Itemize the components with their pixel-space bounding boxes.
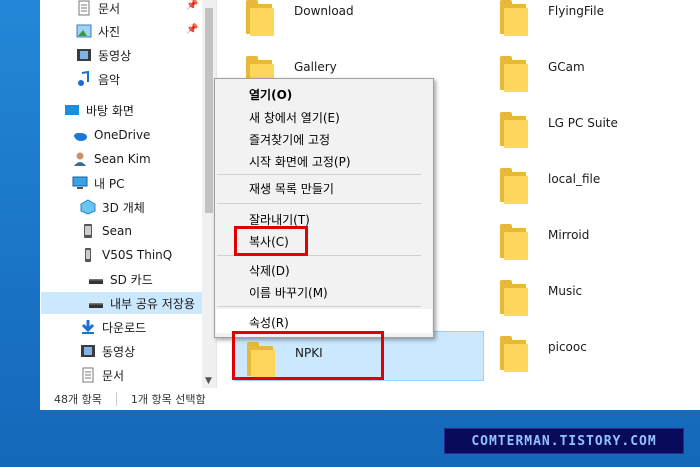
highlight-box-npki [232, 331, 384, 380]
sidebar-item-onedrive[interactable]: OneDrive [72, 124, 150, 146]
menu-item-open[interactable]: 열기(O) [249, 86, 292, 103]
sidebar-item-label: 동영상 [98, 48, 132, 63]
sidebar-item-videos-pc[interactable]: 동영상 [80, 340, 135, 362]
pin-icon[interactable]: 📌 [186, 24, 198, 35]
pin-icon[interactable]: 📌 [186, 0, 198, 11]
menu-item-create-playlist[interactable]: 재생 목록 만들기 [249, 180, 334, 197]
drive-icon [88, 271, 104, 287]
sidebar-item-label: 내 PC [94, 176, 125, 191]
drive-icon [88, 295, 104, 311]
videos-icon [76, 47, 92, 63]
folder-item[interactable]: FlyingFile [500, 0, 604, 50]
sidebar-item-label: 문서 [98, 1, 121, 16]
context-menu: 열기(O) 새 창에서 열기(E) 즐겨찾기에 고정 시작 화면에 고정(P) … [214, 78, 434, 338]
folder-icon [500, 56, 530, 92]
phone-icon [80, 247, 96, 263]
onedrive-icon [72, 127, 88, 143]
watermark: COMTERMAN.TISTORY.COM [444, 428, 684, 454]
sidebar-item-label: 사진 [98, 24, 121, 39]
this-pc-icon [72, 175, 88, 191]
3d-objects-icon [80, 199, 96, 215]
sidebar-item-label: 내부 공유 저장용 [110, 296, 195, 311]
menu-separator [217, 203, 421, 204]
item-count: 48개 항목 [54, 393, 102, 406]
navigation-pane: 문서 📌 사진 📌 동영상 음악 바탕 화면 OneDrive Sean Kim [40, 0, 216, 388]
sidebar-item-label: 음악 [98, 72, 121, 87]
sidebar-item-pictures[interactable]: 사진 [76, 20, 120, 42]
sidebar-item-label: 다운로드 [102, 320, 147, 335]
menu-item-open-new-window[interactable]: 새 창에서 열기(E) [249, 109, 340, 126]
sidebar-item-sd-card[interactable]: SD 카드 [88, 268, 153, 290]
folder-icon [500, 0, 530, 36]
folder-item[interactable]: Download [246, 0, 354, 50]
sidebar-item-music[interactable]: 음악 [76, 68, 120, 90]
folder-item[interactable]: GCam [500, 56, 585, 106]
folder-name: Music [548, 284, 583, 298]
user-icon [72, 151, 88, 167]
document-icon [76, 0, 92, 16]
music-icon [76, 70, 92, 87]
sidebar-item-user[interactable]: Sean Kim [72, 148, 151, 170]
pictures-icon [76, 23, 92, 39]
sidebar-item-downloads[interactable]: 다운로드 [80, 316, 146, 338]
sidebar-item-internal-storage[interactable]: 내부 공유 저장용 [41, 292, 202, 314]
folder-icon [500, 280, 530, 316]
sidebar-item-label: 동영상 [102, 344, 136, 359]
folder-icon [500, 224, 530, 260]
menu-item-properties[interactable]: 속성(R) [249, 314, 289, 331]
folder-name: Mirroid [548, 228, 590, 242]
videos-icon [80, 343, 96, 359]
sidebar-item-v50s-thinq[interactable]: V50S ThinQ [80, 244, 172, 266]
highlight-box-copy [234, 226, 308, 256]
phone-icon [80, 223, 96, 239]
folder-icon [500, 336, 530, 372]
sidebar-item-desktop[interactable]: 바탕 화면 [64, 99, 134, 121]
download-icon [80, 319, 96, 335]
sidebar-item-3d-objects[interactable]: 3D 개체 [80, 196, 145, 218]
menu-item-delete[interactable]: 삭제(D) [249, 262, 290, 279]
sidebar-item-label: 3D 개체 [102, 200, 145, 215]
folder-item[interactable]: Mirroid [500, 224, 589, 274]
scrollbar-thumb[interactable] [205, 8, 213, 213]
folder-item[interactable]: picooc [500, 336, 587, 386]
sidebar-item-label: 바탕 화면 [86, 103, 134, 118]
document-icon [80, 367, 96, 383]
sidebar-item-documents-quick[interactable]: 문서 [76, 0, 120, 19]
menu-item-pin-quick-access[interactable]: 즐겨찾기에 고정 [249, 131, 330, 148]
sidebar-item-label: OneDrive [94, 128, 151, 142]
folder-icon [500, 168, 530, 204]
desktop-icon [64, 102, 80, 118]
folder-item[interactable]: LG PC Suite [500, 112, 618, 162]
menu-separator [217, 306, 421, 307]
folder-icon [246, 0, 276, 36]
folder-name: picooc [548, 340, 587, 354]
folder-icon [500, 112, 530, 148]
folder-name: GCam [548, 60, 585, 74]
sidebar-item-this-pc[interactable]: 내 PC [72, 172, 124, 194]
sidebar-item-sean-device[interactable]: Sean [80, 220, 132, 242]
menu-item-rename[interactable]: 이름 바꾸기(M) [249, 284, 328, 301]
menu-item-pin-start[interactable]: 시작 화면에 고정(P) [249, 153, 351, 170]
folder-name: Gallery [294, 60, 337, 74]
sidebar-item-videos[interactable]: 동영상 [76, 44, 131, 66]
folder-name: LG PC Suite [548, 116, 618, 130]
sidebar-item-label: V50S ThinQ [102, 248, 173, 262]
sidebar-item-documents-pc[interactable]: 문서 [80, 364, 124, 386]
folder-name: FlyingFile [548, 4, 604, 18]
folder-name: local_file [548, 172, 601, 186]
folder-item[interactable]: Music [500, 280, 582, 330]
sidebar-item-label: Sean Kim [94, 152, 151, 166]
status-bar: 48개 항목 1개 항목 선택함 [40, 388, 700, 410]
sidebar-item-label: 문서 [102, 368, 125, 383]
sidebar-item-label: Sean [102, 224, 132, 238]
folder-name: Download [294, 4, 354, 18]
sidebar-item-label: SD 카드 [110, 272, 153, 287]
selection-count: 1개 항목 선택함 [130, 393, 206, 406]
scroll-down-icon[interactable]: ▼ [205, 376, 212, 386]
folder-item[interactable]: local_file [500, 168, 600, 218]
menu-separator [217, 174, 421, 175]
